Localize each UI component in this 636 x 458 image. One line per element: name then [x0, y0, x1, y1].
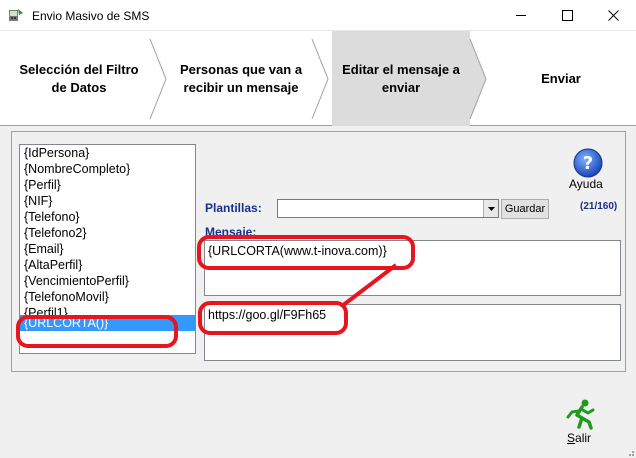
list-item[interactable]: {NombreCompleto} — [20, 161, 195, 177]
list-item-selected[interactable]: {URLCORTA()} — [20, 315, 195, 331]
minimize-button[interactable] — [498, 0, 544, 31]
minimize-icon — [515, 15, 526, 16]
exit-label-rest: alir — [575, 431, 592, 445]
title-bar: Envio Masivo de SMS — [0, 0, 636, 31]
svg-text:?: ? — [583, 153, 593, 174]
list-item[interactable]: {Telefono2} — [20, 225, 195, 241]
help-label[interactable]: Ayuda — [569, 177, 603, 191]
list-item[interactable]: {Perfil} — [20, 177, 195, 193]
exit-button[interactable]: Salir — [567, 431, 591, 445]
list-item[interactable]: {NIF} — [20, 193, 195, 209]
step-label-line2: recibir un mensaje — [183, 79, 299, 95]
list-item[interactable]: {Email} — [20, 241, 195, 257]
chevron-down-icon[interactable] — [483, 200, 498, 217]
list-item[interactable]: {IdPersona} — [20, 145, 195, 161]
step-label-line1: Enviar — [541, 70, 581, 86]
wizard-step-recipients[interactable]: Personas que van a recibir un mensaje — [168, 31, 314, 126]
list-item[interactable]: {Telefono} — [20, 209, 195, 225]
help-icon[interactable]: ? — [572, 147, 604, 179]
step-label-line2: de Datos — [51, 79, 107, 95]
save-template-button[interactable]: Guardar — [501, 199, 549, 219]
step-separator-chevron — [149, 39, 167, 119]
message-preview-textarea[interactable]: https://goo.gl/F9Fh65 — [204, 304, 621, 361]
field-list[interactable]: {IdPersona} {NombreCompleto} {Perfil} {N… — [19, 144, 196, 354]
wizard-steps: Selección del Filtro de Datos Personas qu… — [0, 31, 636, 126]
app-icon — [9, 9, 23, 21]
message-textarea[interactable]: {URLCORTA(www.t-inova.com)} — [204, 240, 621, 296]
running-man-icon[interactable] — [564, 398, 598, 430]
list-item[interactable]: {Perfil1} — [20, 305, 195, 315]
list-item[interactable]: {AltaPerfil} — [20, 257, 195, 273]
step-separator-chevron — [469, 39, 487, 119]
wizard-step-edit-message[interactable]: Editar el mensaje a enviar — [332, 31, 470, 126]
list-item[interactable]: {TelefonoMovil} — [20, 289, 195, 305]
character-counter: (21/160) — [580, 201, 618, 212]
message-text: {URLCORTA(www.t-inova.com)} — [208, 244, 387, 258]
templates-label: Plantillas: — [205, 201, 262, 215]
close-button[interactable] — [590, 0, 636, 31]
list-item[interactable]: {VencimientoPerfil} — [20, 273, 195, 289]
maximize-button[interactable] — [544, 0, 590, 31]
maximize-icon — [561, 10, 573, 21]
step-label-line1: Selección del Filtro — [19, 61, 139, 77]
close-icon — [607, 10, 619, 21]
window-title: Envio Masivo de SMS — [32, 9, 150, 23]
message-preview-text: https://goo.gl/F9Fh65 — [208, 308, 327, 322]
exit-accelerator: S — [567, 431, 576, 445]
step-label-line1: Personas que van a — [179, 61, 303, 77]
wizard-step-filter[interactable]: Selección del Filtro de Datos — [6, 31, 152, 126]
templates-select[interactable] — [277, 199, 499, 218]
resize-grip-icon[interactable] — [625, 447, 635, 457]
step-label-line1: Editar el mensaje a — [342, 61, 460, 77]
step-label-line2: enviar — [381, 79, 421, 95]
message-label: Mensaje: — [205, 225, 257, 239]
wizard-step-send[interactable]: Enviar — [488, 31, 634, 126]
step-separator-chevron — [311, 39, 329, 119]
